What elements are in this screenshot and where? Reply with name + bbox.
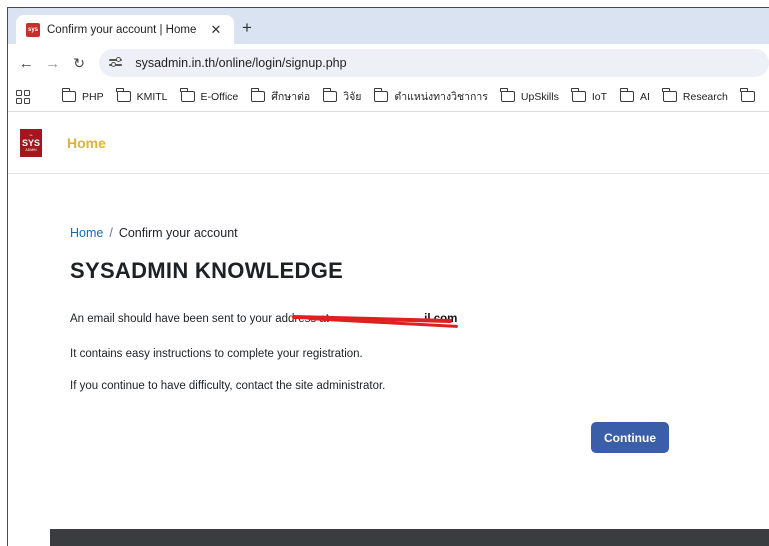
page-title: SYSADMIN KNOWLEDGE [70, 258, 344, 283]
close-tab-icon[interactable]: ✕ [208, 22, 224, 38]
reload-icon[interactable]: ↻ [69, 55, 89, 72]
site-footer [50, 529, 769, 546]
bookmark-label: KMITL [136, 90, 168, 103]
nav-home-link[interactable]: Home [67, 135, 106, 151]
logo-subtext: ADMIN [25, 147, 37, 152]
bookmark-research-th[interactable]: วิจัย [322, 88, 362, 105]
logo-mark: ⌁ [29, 132, 33, 139]
folder-icon [373, 88, 389, 102]
folder-icon [740, 88, 755, 102]
instructions-message: It contains easy instructions to complet… [70, 348, 363, 360]
tab-strip: sys Confirm your account | Home ✕ + [8, 8, 769, 44]
folder-icon [250, 88, 266, 102]
continue-button[interactable]: Continue [591, 422, 669, 453]
folder-icon [61, 88, 76, 102]
bookmark-kmitl[interactable]: KMITL [116, 88, 168, 103]
bookmark-label: Research [682, 90, 728, 103]
bookmark-label: UpSkills [520, 90, 559, 103]
tab-title: Confirm your account | Home [47, 23, 197, 36]
bookmark-academic-position[interactable]: ตำแหน่งทางวิชาการ [373, 88, 488, 105]
folder-icon [116, 88, 131, 102]
forward-arrow-icon[interactable]: → [42, 55, 62, 72]
bookmark-label: E-Office [200, 90, 239, 103]
breadcrumb-current: Confirm your account [118, 226, 238, 240]
address-bar[interactable]: sysadmin.in.th/online/login/signup.php [99, 49, 769, 77]
bookmark-study[interactable]: ศึกษาต่อ [250, 88, 311, 105]
email-sent-prefix: An email should have been sent to your a… [70, 313, 329, 325]
bookmark-label: ตำแหน่งทางวิชาการ [394, 91, 488, 103]
folder-icon [322, 88, 338, 102]
url-text: sysadmin.in.th/online/login/signup.php [135, 56, 347, 70]
bookmark-label: IoT [591, 90, 607, 103]
site-favicon-icon: sys [26, 22, 40, 37]
bookmark-upskills[interactable]: UpSkills [500, 88, 559, 103]
new-tab-icon[interactable]: + [242, 19, 252, 36]
bookmark-e-office[interactable]: E-Office [180, 88, 239, 103]
bookmark-label: ศึกษาต่อ [271, 91, 311, 103]
browser-toolbar: ← → ↻ sysadmin.in.th/online/login/signup… [8, 44, 769, 82]
bookmark-iot[interactable]: IoT [571, 88, 607, 103]
browser-window: sys Confirm your account | Home ✕ + ← → … [7, 7, 769, 546]
bookmark-label: วิจัย [343, 91, 362, 103]
site-logo[interactable]: ⌁ SYS ADMIN [20, 128, 42, 157]
folder-icon [662, 88, 677, 102]
bookmark-research[interactable]: Research [662, 88, 728, 103]
bookmark-overflow[interactable] [740, 88, 761, 102]
apps-grid-icon[interactable] [16, 89, 30, 104]
bookmark-ai[interactable]: AI [619, 88, 650, 103]
site-navbar: ⌁ SYS ADMIN Home [8, 112, 769, 174]
breadcrumb-separator: / [109, 226, 113, 240]
bookmark-php[interactable]: PHP [61, 88, 104, 103]
breadcrumb: Home / Confirm your account [70, 226, 238, 240]
site-info-icon[interactable] [109, 56, 125, 70]
browser-tab[interactable]: sys Confirm your account | Home ✕ [16, 15, 234, 44]
breadcrumb-home-link[interactable]: Home [70, 226, 103, 240]
bookmark-label: PHP [82, 90, 104, 103]
folder-icon [619, 88, 634, 102]
folder-icon [500, 88, 515, 102]
folder-icon [180, 88, 195, 102]
bookmarks-bar: PHP KMITL E-Office ศึกษาต่อ วิจัย ตำแหน่… [8, 82, 769, 112]
folder-icon [571, 88, 586, 102]
difficulty-message: If you continue to have difficulty, cont… [70, 380, 386, 392]
back-arrow-icon[interactable]: ← [16, 55, 36, 72]
bookmark-label: AI [640, 90, 650, 103]
logo-text: SYS [21, 137, 40, 148]
